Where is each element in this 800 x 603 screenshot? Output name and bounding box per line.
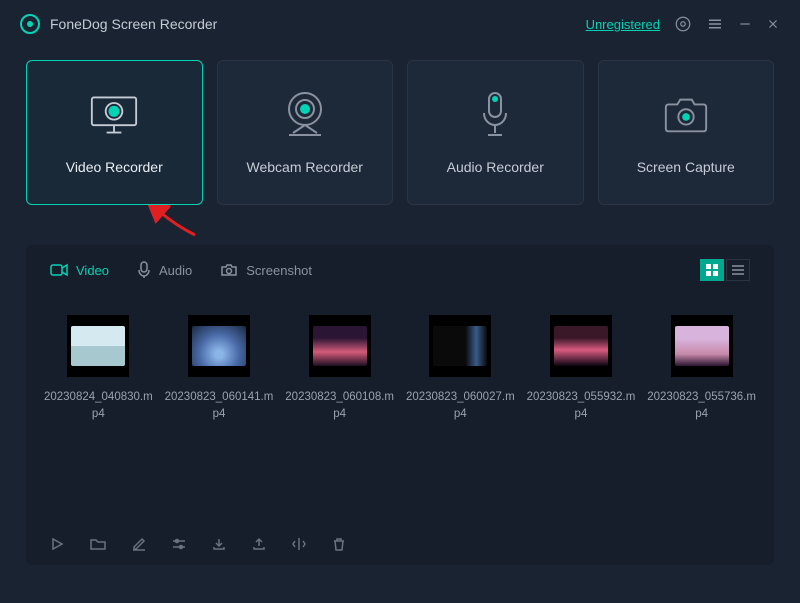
webcam-icon <box>281 91 329 139</box>
menu-icon[interactable] <box>706 15 724 33</box>
file-item[interactable]: 20230824_040830.mp4 <box>38 315 158 424</box>
camera-icon <box>662 91 710 139</box>
app-logo-icon <box>20 14 40 34</box>
minimize-icon[interactable] <box>738 17 752 31</box>
file-thumbnail <box>188 315 250 377</box>
view-toggle <box>700 259 750 281</box>
sliders-icon <box>172 537 186 551</box>
download-button[interactable] <box>212 537 226 551</box>
file-name: 20230823_060108.mp4 <box>285 389 395 424</box>
files-grid: 20230824_040830.mp4 20230823_060141.mp4 … <box>26 291 774 424</box>
file-name: 20230823_060141.mp4 <box>164 389 274 424</box>
mode-label: Video Recorder <box>66 159 163 175</box>
folder-button[interactable] <box>90 537 106 551</box>
mode-audio-recorder[interactable]: Audio Recorder <box>407 60 584 205</box>
tab-audio[interactable]: Audio <box>137 261 192 279</box>
file-thumbnail <box>309 315 371 377</box>
titlebar-right: Unregistered <box>586 15 780 33</box>
export-icon <box>252 537 266 551</box>
file-item[interactable]: 20230823_055736.mp4 <box>642 315 762 424</box>
mode-webcam-recorder[interactable]: Webcam Recorder <box>217 60 394 205</box>
file-thumbnail <box>67 315 129 377</box>
mode-video-recorder[interactable]: Video Recorder <box>26 60 203 205</box>
file-item[interactable]: 20230823_060141.mp4 <box>159 315 279 424</box>
file-item[interactable]: 20230823_060108.mp4 <box>280 315 400 424</box>
library-tabs: Video Audio Screenshot <box>26 245 774 291</box>
mode-label: Audio Recorder <box>447 159 544 175</box>
file-thumbnail <box>429 315 491 377</box>
export-button[interactable] <box>252 537 266 551</box>
mic-small-icon <box>137 261 151 279</box>
mode-label: Screen Capture <box>637 159 735 175</box>
annotation-arrow <box>145 205 205 241</box>
convert-button[interactable] <box>292 537 306 551</box>
app-title: FoneDog Screen Recorder <box>50 16 217 32</box>
library-toolbar <box>26 523 774 565</box>
close-icon[interactable] <box>766 17 780 31</box>
list-icon <box>732 264 744 276</box>
download-icon <box>212 537 226 551</box>
edit-button[interactable] <box>132 537 146 551</box>
trash-icon <box>332 537 346 551</box>
tab-label: Video <box>76 263 109 278</box>
convert-icon <box>292 537 306 551</box>
delete-button[interactable] <box>332 537 346 551</box>
microphone-icon <box>471 91 519 139</box>
library-panel: Video Audio Screenshot 20230824_040830.m… <box>26 245 774 565</box>
tab-video[interactable]: Video <box>50 261 109 279</box>
file-item[interactable]: 20230823_060027.mp4 <box>400 315 520 424</box>
list-view-button[interactable] <box>726 259 750 281</box>
titlebar-left: FoneDog Screen Recorder <box>20 14 217 34</box>
play-button[interactable] <box>50 537 64 551</box>
folder-icon <box>90 537 106 551</box>
file-thumbnail <box>550 315 612 377</box>
file-name: 20230823_060027.mp4 <box>405 389 515 424</box>
titlebar: FoneDog Screen Recorder Unregistered <box>0 0 800 48</box>
grid-view-button[interactable] <box>700 259 724 281</box>
mode-selector: Video Recorder Webcam Recorder Audio <box>0 48 800 205</box>
pencil-icon <box>132 537 146 551</box>
settings-gear-icon[interactable] <box>674 15 692 33</box>
grid-icon <box>706 264 718 276</box>
video-camera-icon <box>50 263 68 277</box>
file-item[interactable]: 20230823_055932.mp4 <box>521 315 641 424</box>
sliders-button[interactable] <box>172 537 186 551</box>
tab-label: Screenshot <box>246 263 312 278</box>
tab-label: Audio <box>159 263 192 278</box>
file-name: 20230823_055932.mp4 <box>526 389 636 424</box>
tab-screenshot[interactable]: Screenshot <box>220 261 312 279</box>
file-thumbnail <box>671 315 733 377</box>
monitor-record-icon <box>90 91 138 139</box>
play-icon <box>50 537 64 551</box>
file-name: 20230824_040830.mp4 <box>43 389 153 424</box>
mode-screen-capture[interactable]: Screen Capture <box>598 60 775 205</box>
unregistered-link[interactable]: Unregistered <box>586 17 660 32</box>
mode-label: Webcam Recorder <box>247 159 363 175</box>
camera-small-icon <box>220 263 238 277</box>
file-name: 20230823_055736.mp4 <box>647 389 757 424</box>
